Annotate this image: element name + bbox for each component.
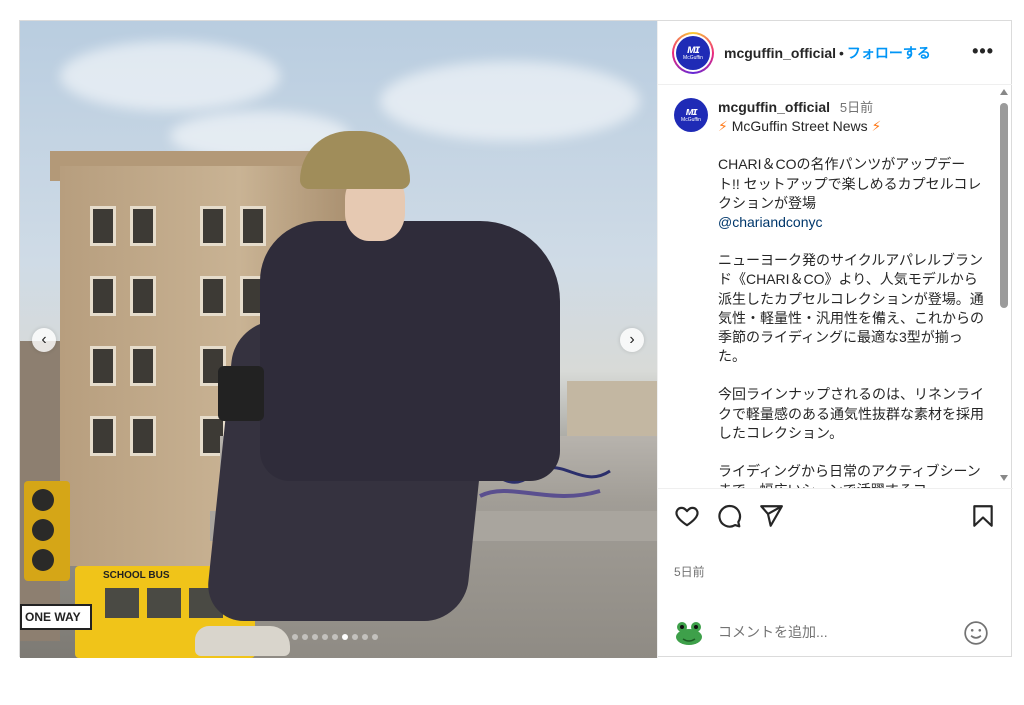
comment-box <box>658 606 1013 658</box>
frog-icon <box>676 622 702 645</box>
avatar-name: McGuffin <box>681 117 701 123</box>
caption-text: mcguffin_official 5日前 ⚡ McGuffin Street … <box>718 98 986 488</box>
caption-headline-row: ⚡ McGuffin Street News ⚡ <box>718 117 986 136</box>
heart-icon[interactable] <box>674 503 700 529</box>
more-options-button[interactable]: ••• <box>972 41 994 62</box>
emoji-icon[interactable] <box>963 620 989 646</box>
one-way-sign: ONE WAY <box>20 604 92 630</box>
comment-icon[interactable] <box>716 503 742 529</box>
caption-paragraph: CHARI＆COの名作パンツがアップデート!! セットアップで楽しめるカプセルコ… <box>718 155 986 232</box>
carousel-dot <box>342 634 348 640</box>
caption-paragraph: ライディングから日常のアクティブシーンまで、幅広いシーンで活躍するコ <box>718 463 981 488</box>
post-header: ᴍɪ McGuffin mcguffin_official • フォローする •… <box>658 21 1012 85</box>
frog-avatar <box>672 615 706 649</box>
chevron-right-icon: › <box>629 331 635 348</box>
traffic-light <box>24 481 70 581</box>
instagram-post: SCHOOL BUS ONE WAY ‹ › ᴍɪ McGuffin mcguf… <box>19 20 1013 658</box>
post-sidebar: ᴍɪ McGuffin mcguffin_official • フォローする •… <box>657 21 1013 658</box>
post-timestamp[interactable]: 5日前 <box>674 563 705 580</box>
caption-avatar[interactable]: ᴍɪ McGuffin <box>674 98 708 132</box>
follow-separator: • <box>839 44 844 61</box>
caption-area[interactable]: ᴍɪ McGuffin mcguffin_official 5日前 ⚡ McGu… <box>658 86 1013 488</box>
post-photo[interactable]: SCHOOL BUS ONE WAY ‹ › <box>20 21 657 658</box>
carousel-dot <box>362 634 368 640</box>
caption-paragraph-text: CHARI＆COの名作パンツがアップデート!! セットアップで楽しめるカプセルコ… <box>718 156 982 211</box>
caption-headline: McGuffin Street News <box>731 118 868 135</box>
cloud <box>380 61 640 141</box>
bookmark-icon[interactable] <box>970 503 996 529</box>
carousel-dot <box>352 634 358 640</box>
caption-paragraph: 今回ラインナップされるのは、リネンライクで軽量感のある通気性抜群な素材を採用した… <box>718 386 984 441</box>
follow-button[interactable]: フォローする <box>847 43 931 63</box>
caption-scrollbar[interactable] <box>1000 89 1008 481</box>
carousel-indicator <box>292 634 378 640</box>
camera <box>218 366 264 421</box>
person-shoe <box>195 626 290 656</box>
carousel-dot <box>302 634 308 640</box>
scroll-down-arrow-icon[interactable] <box>1000 475 1008 481</box>
mention-link[interactable]: @chariandconyc <box>718 214 823 230</box>
story-ring[interactable]: ᴍɪ McGuffin <box>672 31 714 74</box>
carousel-dot <box>292 634 298 640</box>
scrollbar-thumb[interactable] <box>1000 103 1008 308</box>
scroll-up-arrow-icon[interactable] <box>1000 89 1008 95</box>
carousel-prev-button[interactable]: ‹ <box>32 328 56 352</box>
carousel-dot <box>372 634 378 640</box>
caption-time[interactable]: 5日前 <box>840 100 873 115</box>
caption-username[interactable]: mcguffin_official <box>718 99 830 115</box>
carousel-dot <box>312 634 318 640</box>
avatar: ᴍɪ McGuffin <box>676 35 710 70</box>
bus-label: SCHOOL BUS <box>103 570 170 581</box>
carousel-dot <box>332 634 338 640</box>
chevron-left-icon: ‹ <box>41 331 47 348</box>
lightning-icon: ⚡ <box>871 118 882 135</box>
comment-input[interactable] <box>718 624 948 640</box>
carousel-next-button[interactable]: › <box>620 328 644 352</box>
avatar-mark: ᴍɪ <box>687 42 700 56</box>
person-jacket <box>260 221 560 481</box>
caption-paragraph: ニューヨーク発のサイクルアパレルブランド《CHARI＆CO》より、人気モデルから… <box>718 252 984 365</box>
avatar-mark: ᴍɪ <box>685 106 698 118</box>
lightning-icon: ⚡ <box>718 118 728 135</box>
header-username[interactable]: mcguffin_official <box>724 45 836 61</box>
send-icon[interactable] <box>758 503 784 529</box>
carousel-dot <box>322 634 328 640</box>
action-bar <box>658 488 1013 540</box>
cloud <box>60 41 280 111</box>
avatar-name: McGuffin <box>683 55 703 61</box>
